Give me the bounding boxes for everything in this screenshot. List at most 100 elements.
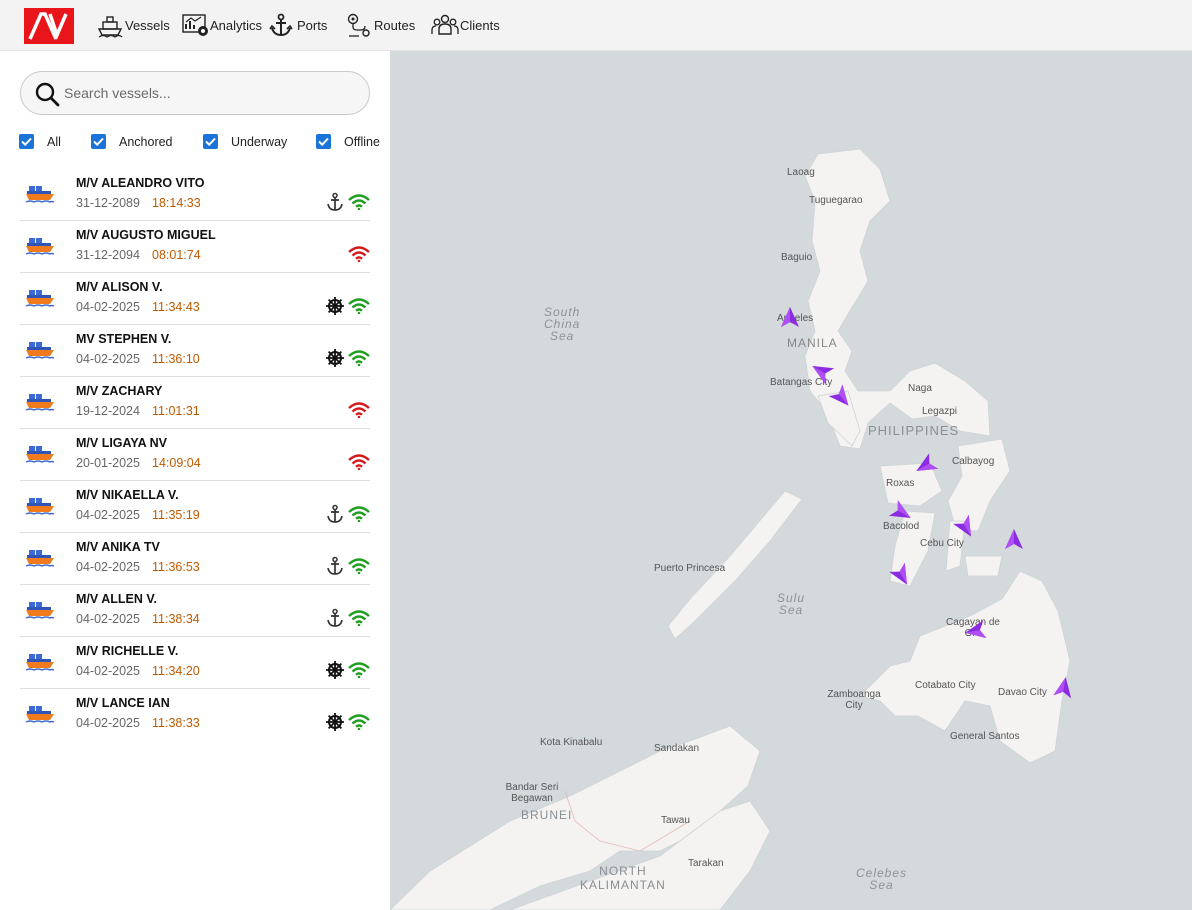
place-label: General Santos: [950, 731, 1020, 742]
nav-vessels[interactable]: Vessels: [96, 0, 170, 50]
vessel-ship-icon: [25, 391, 55, 413]
ship-wheel-icon: [325, 348, 347, 368]
vessel-date: 04-02-2025: [76, 560, 140, 574]
filter-offline[interactable]: Offline: [316, 134, 380, 149]
vessel-date: 04-02-2025: [76, 352, 140, 366]
vessel-date: 04-02-2025: [76, 664, 140, 678]
vessel-row[interactable]: M/V ALEANDRO VITO 31-12-2089 18:14:33: [20, 169, 370, 221]
vessel-time: 11:34:20: [152, 664, 200, 678]
ship-wheel-icon: [325, 660, 347, 680]
place-label: Bandar Seri Begawan: [505, 782, 559, 804]
vessel-marker-icon[interactable]: [913, 453, 939, 478]
search-box[interactable]: [20, 71, 370, 115]
anchor-icon: [325, 192, 347, 212]
vessel-marker-icon[interactable]: [953, 514, 978, 540]
filter-label: All: [47, 134, 61, 149]
nav-label: Clients: [460, 17, 500, 33]
checkbox-checked-icon[interactable]: [91, 134, 106, 149]
vessel-ship-icon: [25, 547, 55, 569]
vessel-marker-icon[interactable]: [888, 500, 914, 525]
vessel-time: 11:36:10: [152, 352, 200, 366]
vessel-name: MV STEPHEN V.: [76, 332, 172, 346]
vessel-row[interactable]: M/V RICHELLE V. 04-02-2025 11:34:20: [20, 637, 370, 689]
vessel-row[interactable]: M/V LANCE IAN 04-02-2025 11:38:33: [20, 689, 370, 741]
vessel-ship-icon: [25, 183, 55, 205]
place-label: Tuguegarao: [809, 195, 863, 206]
wifi-online-icon: [348, 610, 372, 628]
vessel-ship-icon: [25, 703, 55, 725]
vessel-marker-icon[interactable]: [889, 562, 914, 588]
vessel-time: 11:01:31: [152, 404, 200, 418]
checkbox-checked-icon[interactable]: [19, 134, 34, 149]
sea-label: Sulu Sea: [777, 591, 806, 617]
nav-analytics[interactable]: Analytics: [181, 0, 262, 50]
vessel-name: M/V ALLEN V.: [76, 592, 158, 606]
filter-underway[interactable]: Underway: [203, 134, 287, 149]
place-label: Cotabato City: [915, 680, 976, 691]
country-label: PHILIPPINES: [868, 423, 960, 438]
anchor-icon: [325, 504, 347, 524]
vessel-date: 31-12-2089: [76, 196, 140, 210]
place-label: Tarakan: [688, 858, 724, 869]
vessel-marker-icon[interactable]: [963, 619, 987, 643]
ship-wheel-icon: [325, 712, 347, 732]
search-input[interactable]: [64, 78, 354, 108]
status-filters: All Anchored Underway Offline: [19, 134, 390, 152]
route-icon: [345, 12, 373, 38]
vessel-marker-icon[interactable]: [809, 359, 835, 384]
vessel-time: 11:38:33: [152, 716, 200, 730]
place-label: Tawau: [661, 815, 690, 826]
nav-routes[interactable]: Routes: [345, 0, 415, 50]
nav-clients[interactable]: Clients: [431, 0, 500, 50]
map-view[interactable]: South China Sea Sulu Sea Celebes Sea PHILIPP…: [390, 51, 1192, 910]
vessel-name: M/V RICHELLE V.: [76, 644, 179, 658]
place-label: Davao City: [998, 687, 1047, 698]
anchor-icon: [325, 608, 347, 628]
country-label: NORTH KALIMANTAN: [580, 864, 666, 892]
place-label: Kota Kinabalu: [540, 737, 603, 748]
app-logo[interactable]: [24, 8, 74, 44]
filter-all[interactable]: All: [19, 134, 61, 149]
checkbox-checked-icon[interactable]: [203, 134, 218, 149]
anchor-icon: [268, 12, 296, 38]
vessel-marker-icon[interactable]: [828, 384, 854, 410]
vessel-name: M/V AUGUSTO MIGUEL: [76, 228, 216, 242]
top-navigation-bar: Vessels Analytics Ports Routes Clients: [0, 0, 1192, 51]
vessel-row[interactable]: M/V ZACHARY 19-12-2024 11:01:31: [20, 377, 370, 429]
vessel-time: 08:01:74: [152, 248, 201, 262]
nav-label: Vessels: [125, 17, 170, 33]
vessel-sidebar: All Anchored Underway Offline M/V ALEAND…: [0, 51, 390, 910]
vessel-row[interactable]: M/V LIGAYA NV 20-01-2025 14:09:04: [20, 429, 370, 481]
vessel-marker-icon[interactable]: [778, 305, 802, 329]
vessel-time: 18:14:33: [152, 196, 201, 210]
vessel-list: M/V ALEANDRO VITO 31-12-2089 18:14:33 M/V A…: [20, 169, 370, 741]
wifi-online-icon: [348, 350, 372, 368]
vessel-date: 04-02-2025: [76, 300, 140, 314]
vessel-row[interactable]: M/V ANIKA TV 04-02-2025 11:36:53: [20, 533, 370, 585]
nav-ports[interactable]: Ports: [268, 0, 327, 50]
vessel-row[interactable]: M/V ALLEN V. 04-02-2025 11:38:34: [20, 585, 370, 637]
search-icon: [35, 82, 60, 107]
vessel-row[interactable]: M/V NIKAELLA V. 04-02-2025 11:35:19: [20, 481, 370, 533]
vessel-row[interactable]: M/V AUGUSTO MIGUEL 31-12-2094 08:01:74: [20, 221, 370, 273]
vessel-row[interactable]: MV STEPHEN V. 04-02-2025 11:36:10: [20, 325, 370, 377]
vessel-marker-icon[interactable]: [1002, 527, 1026, 551]
vessel-date: 04-02-2025: [76, 612, 140, 626]
sea-label: South China Sea: [544, 305, 581, 343]
checkbox-checked-icon[interactable]: [316, 134, 331, 149]
place-label: Roxas: [886, 478, 915, 489]
wifi-offline-icon: [348, 402, 372, 420]
wifi-online-icon: [348, 662, 372, 680]
vessel-ship-icon: [25, 599, 55, 621]
place-label: Baguio: [781, 252, 813, 263]
nav-label: Ports: [297, 17, 328, 33]
analytics-icon: [181, 12, 209, 38]
vessel-row[interactable]: M/V ALISON V. 04-02-2025 11:34:43: [20, 273, 370, 325]
nav-label: Analytics: [210, 17, 263, 33]
filter-anchored[interactable]: Anchored: [91, 134, 173, 149]
vessel-marker-icon[interactable]: [1052, 675, 1076, 699]
vessel-name: M/V LIGAYA NV: [76, 436, 167, 450]
vessel-name: M/V NIKAELLA V.: [76, 488, 179, 502]
capital-label: MANILA: [787, 336, 838, 350]
ship-icon: [96, 12, 124, 38]
